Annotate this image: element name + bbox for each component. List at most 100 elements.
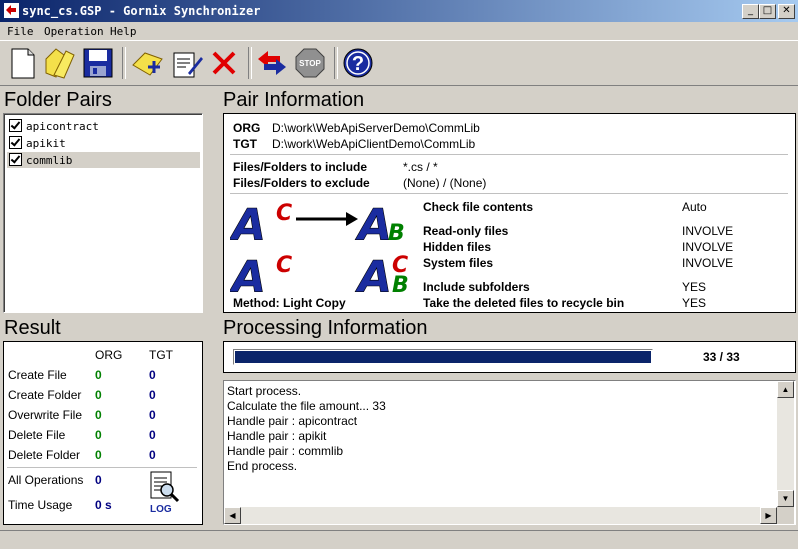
exclude-value: (None) / (None)	[403, 176, 487, 190]
add-pair-icon[interactable]	[130, 45, 166, 81]
time-usage-value: 0 s	[95, 498, 112, 512]
menu-file[interactable]: File	[7, 25, 34, 38]
process-log[interactable]: Start process. Calculate the file amount…	[223, 380, 796, 525]
status-bar	[0, 530, 798, 549]
log-label: LOG	[150, 504, 172, 514]
menu-help[interactable]: Help	[110, 25, 137, 38]
save-icon[interactable]	[80, 45, 116, 81]
folder-pair-item[interactable]: apikit	[7, 135, 200, 151]
all-operations-label: All Operations	[8, 473, 84, 487]
result-row-label: Overwrite File	[8, 408, 83, 422]
delete-icon[interactable]	[206, 45, 242, 81]
time-usage-label: Time Usage	[8, 498, 73, 512]
option-value: INVOLVE	[682, 256, 734, 270]
new-file-icon[interactable]	[4, 45, 40, 81]
result-row-tgt: 0	[149, 388, 156, 402]
progress-fill	[235, 351, 651, 363]
pair-info-panel: ORG D:\work\WebApiServerDemo\CommLib TGT…	[223, 113, 796, 313]
result-row-label: Delete File	[8, 428, 66, 442]
log-line: Handle pair : apikit	[227, 429, 327, 443]
title-bar[interactable]: sync_cs.GSP - Gornix Synchronizer _ □ ✕	[0, 0, 798, 22]
maximize-button[interactable]: □	[759, 4, 776, 19]
option-value: Auto	[682, 200, 707, 214]
light-copy-method-diagram: A C A B A C A C B	[230, 200, 409, 294]
help-label: ?	[352, 53, 364, 75]
scroll-left-icon[interactable]: ◀	[224, 507, 241, 524]
result-col-tgt: TGT	[149, 348, 173, 362]
option-value: INVOLVE	[682, 224, 734, 238]
result-heading: Result	[4, 317, 61, 339]
log-icon[interactable]: LOG	[147, 470, 181, 514]
folder-pair-item-selected[interactable]: commlib	[7, 152, 200, 168]
option-value: YES	[682, 280, 707, 294]
diagram-a-icon: A	[355, 200, 392, 251]
open-folder-icon[interactable]	[42, 45, 78, 81]
result-row-label: Create File	[8, 368, 67, 382]
toolbar-separator	[334, 47, 338, 79]
option-label: Read-only files	[423, 224, 509, 238]
diagram-a-icon: A	[230, 200, 266, 251]
close-button[interactable]: ✕	[778, 4, 795, 19]
folder-pairs-list[interactable]: apicontract apikit commlib	[3, 113, 203, 313]
option-value: INVOLVE	[682, 240, 734, 254]
checkbox-icon[interactable]	[9, 136, 22, 149]
option-label: System files	[423, 256, 494, 270]
option-label: Take the deleted files to recycle bin	[423, 296, 625, 310]
help-icon[interactable]: ?	[340, 45, 376, 81]
scroll-right-icon[interactable]: ▶	[760, 507, 777, 524]
result-row-tgt: 0	[149, 448, 156, 462]
horizontal-scrollbar[interactable]: ◀ ▶	[224, 507, 777, 524]
progress-panel: 33 / 33	[223, 341, 796, 373]
option-label: Check file contents	[423, 200, 534, 214]
log-line: End process.	[227, 459, 298, 473]
option-label: Hidden files	[423, 240, 492, 254]
checkbox-icon[interactable]	[9, 119, 22, 132]
divider	[230, 193, 788, 194]
folder-pair-label: apikit	[26, 137, 66, 150]
folder-pair-label: apicontract	[26, 120, 99, 133]
divider	[7, 467, 197, 468]
org-label: ORG	[233, 121, 261, 135]
diagram-b-icon: B	[388, 221, 405, 246]
tgt-label: TGT	[233, 137, 257, 151]
include-value: *.cs / *	[403, 160, 438, 174]
vertical-scrollbar[interactable]: ▲ ▼	[777, 381, 794, 507]
option-value: YES	[682, 296, 707, 310]
diagram-c-icon: C	[276, 253, 292, 278]
folder-pair-label: commlib	[26, 154, 73, 167]
result-row-tgt: 0	[149, 368, 156, 382]
window-title: sync_cs.GSP - Gornix Synchronizer	[22, 4, 261, 18]
result-row-tgt: 0	[149, 428, 156, 442]
log-line: Handle pair : commlib	[227, 444, 344, 458]
result-row-org: 0	[95, 368, 102, 382]
toolbar-separator	[248, 47, 252, 79]
tgt-path: D:\work\WebApiClientDemo\CommLib	[272, 137, 476, 151]
folder-pairs-heading: Folder Pairs	[4, 89, 112, 111]
exclude-label: Files/Folders to exclude	[233, 176, 370, 190]
divider	[230, 154, 788, 155]
log-line: Handle pair : apicontract	[227, 414, 358, 428]
minimize-button[interactable]: _	[742, 4, 759, 19]
stop-icon[interactable]: STOP	[292, 45, 328, 81]
progress-bar	[233, 349, 653, 365]
synchronize-icon[interactable]	[254, 45, 290, 81]
diagram-a-icon: A	[230, 252, 266, 294]
log-line: Start process.	[227, 384, 302, 398]
result-row-org: 0	[95, 388, 102, 402]
scroll-down-icon[interactable]: ▼	[777, 490, 794, 507]
toolbar-separator	[122, 47, 126, 79]
result-row-org: 0	[95, 448, 102, 462]
scroll-up-icon[interactable]: ▲	[777, 381, 794, 398]
diagram-a-icon: A	[355, 252, 392, 294]
pair-info-heading: Pair Information	[223, 89, 365, 111]
result-col-org: ORG	[95, 348, 123, 362]
folder-pair-item[interactable]: apicontract	[7, 118, 200, 134]
result-row-tgt: 0	[149, 408, 156, 422]
menu-operation[interactable]: Operation	[44, 25, 104, 38]
log-line: Calculate the file amount... 33	[227, 399, 386, 413]
edit-pair-icon[interactable]	[168, 45, 204, 81]
processing-info-heading: Processing Information	[223, 317, 428, 339]
result-row-label: Delete Folder	[8, 448, 81, 462]
checkbox-icon[interactable]	[9, 153, 22, 166]
progress-text: 33 / 33	[703, 350, 740, 364]
